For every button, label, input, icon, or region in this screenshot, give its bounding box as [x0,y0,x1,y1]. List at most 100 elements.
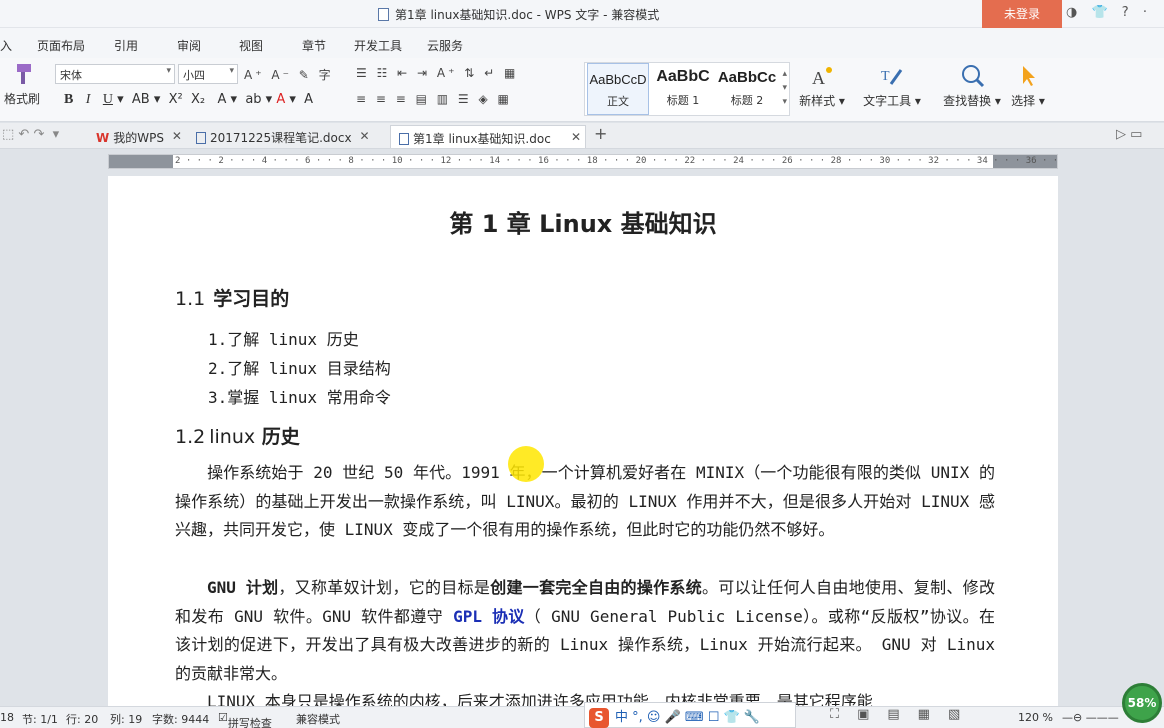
close-icon[interactable]: ✕ [360,129,370,143]
paragraph-gnu: GNU 计划，又称革奴计划，它的目标是创建一套完全自由的操作系统。可以让任何人自… [175,574,995,689]
login-button[interactable]: 未登录 [982,0,1062,28]
text-format-tools[interactable]: B I U ▾ AB ▾ X² X₂ A ▾ ab ▾ A ▾ A [64,92,313,108]
status-word-count[interactable]: 字数: 9444 [152,711,209,727]
menu-item-developer[interactable]: 开发工具 [354,37,402,54]
menu-item-review[interactable]: 审阅 [177,37,201,54]
view-mode-icons[interactable]: ⛶▣▤▦▧ [830,707,978,722]
style-normal-label: 正文 [607,95,629,108]
style-heading-2-label: 标题 2 [730,94,764,107]
section-1-number: 1.1 [175,288,206,310]
tab-my-wps[interactable]: W 我的WPS ✕ [88,125,182,148]
status-bar: 18 节: 1/1 行: 20 列: 19 字数: 9444 ☑ 拼写检查 兼容… [0,706,1164,728]
find-replace-button[interactable]: 查找替换 ▾ [942,64,1002,109]
status-page: 18 [0,711,14,724]
spell-check-label: 拼写检查 [227,717,272,728]
style-heading-2[interactable]: AaBbCc 标题 2 [717,63,777,115]
close-icon[interactable]: ✕ [571,130,581,144]
new-style-label: 新样式 [799,94,836,108]
menu-partial-icon[interactable]: 入 [0,37,12,54]
style-heading-2-preview: AaBbCc [717,69,777,86]
menu-item-cloud[interactable]: 云服务 [427,37,463,54]
new-tab-button[interactable]: + [594,124,607,143]
document-tab-bar: ⬚ ↶ ↷ ▾ W 我的WPS ✕ 20171225课程笔记.docx ✕ 第1章 l… [0,123,1164,149]
close-icon[interactable]: ✕ [172,129,182,143]
input-method-toolbar[interactable]: S中 °, ☺ 🎤 ⌨ ☐ 👕 🔧 [584,702,796,728]
paragraph-history: 操作系统始于 20 世纪 50 年代。1991 年，一个计算机爱好者在 MINI… [175,459,995,545]
font-name-value: 宋体 [60,69,82,82]
paragraph-tools-top[interactable]: ☰ ☷ ⇤ ⇥ A⁺ ⇅ ↵ ▦ [356,66,518,80]
quick-access-icons[interactable]: ⬚ ↶ ↷ ▾ [2,127,59,142]
section-2-title: 历史 [261,426,300,448]
search-icon [962,65,985,88]
zoom-level[interactable]: 120 % [1018,711,1053,724]
tab-linux-basics[interactable]: 第1章 linux基础知识.doc ✕ [390,125,586,148]
svg-text:T: T [881,69,890,84]
horizontal-ruler[interactable]: 2 · · · 2 · · · 4 · · · 6 · · · 8 · · · … [108,154,1058,169]
menu-item-page-layout[interactable]: 页面布局 [37,37,85,54]
zoom-slider[interactable]: —⊖ ——— [1062,711,1119,724]
ruler-numbers: 2 · · · 2 · · · 4 · · · 6 · · · 8 · · · … [175,156,1058,166]
style-heading-1-preview: AaBbC [656,68,710,85]
cursor-arrow-icon [1023,66,1035,86]
mouse-cursor-highlight [508,446,544,482]
zoom-badge[interactable]: 58% [1122,683,1162,723]
brush-icon [17,64,31,84]
style-gallery-scroll[interactable]: ▴ ▾ ▾ [782,67,787,109]
chevron-down-icon: ▾ [166,66,171,76]
wps-logo-icon: W [96,131,110,145]
window-title-text: 第1章 linux基础知识.doc - WPS 文字 - 兼容模式 [395,8,660,22]
underline-icon[interactable]: U [103,92,113,107]
tab-course-notes[interactable]: 20171225课程笔记.docx ✕ [188,125,370,148]
window-title: 第1章 linux基础知识.doc - WPS 文字 - 兼容模式 [378,6,659,23]
tab-course-notes-label: 20171225课程笔记.docx [210,131,352,145]
style-heading-1[interactable]: AaBbC 标题 1 [651,63,715,115]
text-tools-icon: T [881,69,903,85]
font-size-value: 小四 [183,69,205,82]
gpl-link[interactable]: GPL 协议 [453,607,525,626]
status-compat-mode: 兼容模式 [296,713,340,726]
document-page[interactable]: 第 1 章 Linux 基础知识 1.1 学习目的 1.了解 linux 历史 2… [108,176,1058,716]
menu-item-view[interactable]: 视图 [239,37,263,54]
section-1-heading: 1.1 学习目的 [175,284,289,311]
font-name-select[interactable]: 宋体 ▾ [55,64,175,84]
style-gallery: AaBbCcD 正文 AaBbC 标题 1 AaBbCc 标题 2 ▴ ▾ ▾ [584,62,790,116]
format-painter-label: 格式刷 [4,92,41,106]
status-row: 行: 20 [66,713,99,726]
menu-bar: 入 页面布局 引用 审阅 视图 章节 开发工具 云服务 [0,28,1164,60]
document-icon [196,132,206,144]
style-normal[interactable]: AaBbCcD 正文 [587,63,649,115]
tab-linux-basics-label: 第1章 linux基础知识.doc [413,132,551,146]
select-button[interactable]: 选择 ▾ [1008,64,1048,109]
gnu-plan-bold: GNU 计划 [207,578,279,597]
paragraph-history-text: 操作系统始于 20 世纪 50 年代。1991 年，一个计算机爱好者在 MINI… [175,463,995,540]
font-size-tools[interactable]: A⁺ A⁻ ✎ 字 [244,66,334,83]
goal-item: 2.了解 linux 目录结构 [208,359,391,378]
text-tools-label: 文字工具 [863,94,912,108]
italic-icon[interactable]: I [86,92,91,107]
new-style-button[interactable]: A 新样式 ▾ [796,64,848,109]
ruler-left-margin [109,155,173,168]
bold-icon[interactable]: B [64,92,73,107]
chevron-down-icon: ▾ [229,66,234,76]
gnu-goal-bold: 创建一套完全自由的操作系统 [490,578,702,597]
title-bar-icons[interactable]: ◑ 👕 ? · [1066,5,1152,20]
menu-item-chapter[interactable]: 章节 [302,37,326,54]
document-icon [399,133,409,145]
menu-item-references[interactable]: 引用 [114,37,138,54]
font-size-select[interactable]: 小四 ▾ [178,64,238,84]
section-2-title-prefix: linux [209,426,256,448]
find-replace-label: 查找替换 [943,94,992,108]
format-painter-button[interactable]: 格式刷 [4,62,40,107]
style-normal-preview: AaBbCcD [589,72,647,87]
document-icon [378,8,389,21]
document-title: 第 1 章 Linux 基础知识 [449,210,717,238]
text-tools-button[interactable]: T 文字工具 ▾ [862,64,922,109]
svg-text:A: A [812,68,825,88]
new-style-icon: A [812,67,832,88]
section-1-title: 学习目的 [213,288,290,310]
paragraph-tools-bottom[interactable]: ≡ ≡ ≡ ▤ ▥ ☰ ◈ ▦ [356,92,512,106]
spell-check-toggle[interactable]: ☑ 拼写检查 [218,711,272,728]
tab-bar-right-icons[interactable]: ▷ ▭ [1116,127,1142,142]
goal-item: 1.了解 linux 历史 [208,330,359,349]
ribbon: 格式刷 宋体 ▾ 小四 ▾ A⁺ A⁻ ✎ 字 ☰ ☷ ⇤ ⇥ A⁺ ⇅ ↵ ▦ B… [0,58,1164,122]
